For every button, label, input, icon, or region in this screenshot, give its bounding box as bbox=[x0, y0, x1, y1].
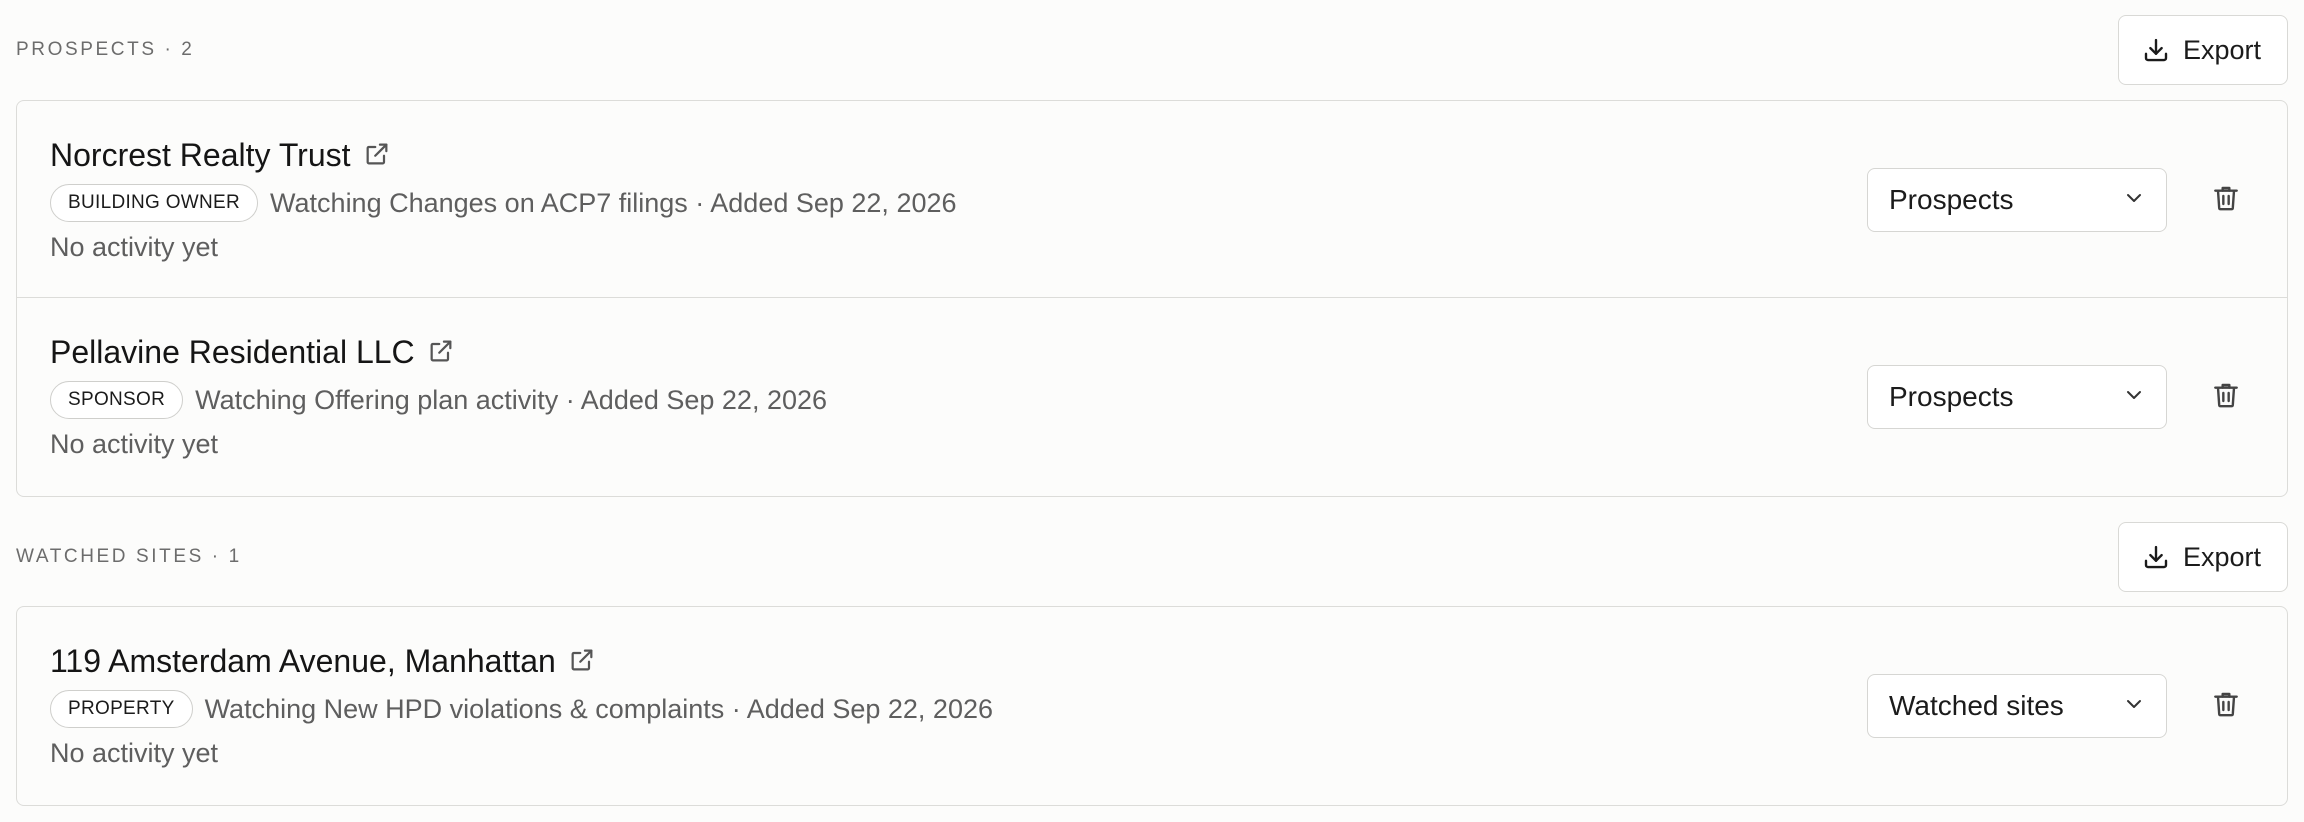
chevron-down-icon bbox=[2122, 692, 2146, 721]
delete-button[interactable] bbox=[2207, 181, 2245, 219]
list-select-value: Watched sites bbox=[1889, 690, 2064, 721]
activity-status: No activity yet bbox=[50, 738, 219, 768]
download-icon bbox=[2141, 542, 2171, 572]
chevron-down-icon bbox=[2122, 186, 2146, 215]
type-badge: PROPERTY bbox=[50, 690, 193, 728]
prospects-card: Norcrest Realty Trust BUILDING OWNER Wat… bbox=[16, 100, 2288, 497]
type-badge: BUILDING OWNER bbox=[50, 184, 259, 222]
export-label: Export bbox=[2182, 541, 2261, 572]
watch-description: Watching Changes on ACP7 filings · Added… bbox=[270, 187, 957, 218]
list-item: Pellavine Residential LLC SPONSOR Watchi… bbox=[17, 298, 2287, 495]
list-select[interactable]: Prospects bbox=[1867, 365, 2167, 429]
section-title: WATCHED SITES · 1 bbox=[16, 546, 242, 567]
section-header-watched-sites: WATCHED SITES · 1 Export bbox=[16, 521, 2288, 593]
trash-icon bbox=[2210, 688, 2242, 725]
section-header-prospects: PROSPECTS · 2 Export bbox=[16, 14, 2288, 86]
item-name[interactable]: Norcrest Realty Trust bbox=[50, 137, 351, 174]
export-button[interactable]: Export bbox=[2117, 522, 2288, 592]
external-link-icon[interactable] bbox=[363, 140, 391, 173]
trash-icon bbox=[2210, 182, 2242, 219]
chevron-down-icon bbox=[2122, 383, 2146, 412]
watch-description: Watching Offering plan activity · Added … bbox=[195, 384, 828, 415]
list-select-value: Prospects bbox=[1889, 184, 2014, 215]
list-select-value: Prospects bbox=[1889, 381, 2014, 412]
item-name[interactable]: Pellavine Residential LLC bbox=[50, 334, 415, 371]
list-item: 119 Amsterdam Avenue, Manhattan PROPERTY… bbox=[17, 607, 2287, 804]
delete-button[interactable] bbox=[2207, 687, 2245, 725]
external-link-icon[interactable] bbox=[427, 337, 455, 370]
list-item: Norcrest Realty Trust BUILDING OWNER Wat… bbox=[17, 101, 2287, 298]
delete-button[interactable] bbox=[2207, 378, 2245, 416]
external-link-icon[interactable] bbox=[568, 646, 596, 679]
activity-status: No activity yet bbox=[50, 429, 219, 459]
section-title: PROSPECTS · 2 bbox=[16, 39, 195, 60]
watched-sites-card: 119 Amsterdam Avenue, Manhattan PROPERTY… bbox=[16, 606, 2288, 806]
list-select[interactable]: Prospects bbox=[1867, 168, 2167, 232]
trash-icon bbox=[2210, 379, 2242, 416]
activity-status: No activity yet bbox=[50, 232, 219, 262]
export-button[interactable]: Export bbox=[2117, 15, 2288, 85]
list-select[interactable]: Watched sites bbox=[1867, 674, 2167, 738]
watchlist-page: PROSPECTS · 2 Export Norcrest Realty Tru… bbox=[0, 0, 2304, 822]
item-name[interactable]: 119 Amsterdam Avenue, Manhattan bbox=[50, 643, 556, 680]
export-label: Export bbox=[2182, 34, 2261, 65]
type-badge: SPONSOR bbox=[50, 381, 184, 419]
watch-description: Watching New HPD violations & complaints… bbox=[204, 693, 993, 724]
download-icon bbox=[2141, 35, 2171, 65]
